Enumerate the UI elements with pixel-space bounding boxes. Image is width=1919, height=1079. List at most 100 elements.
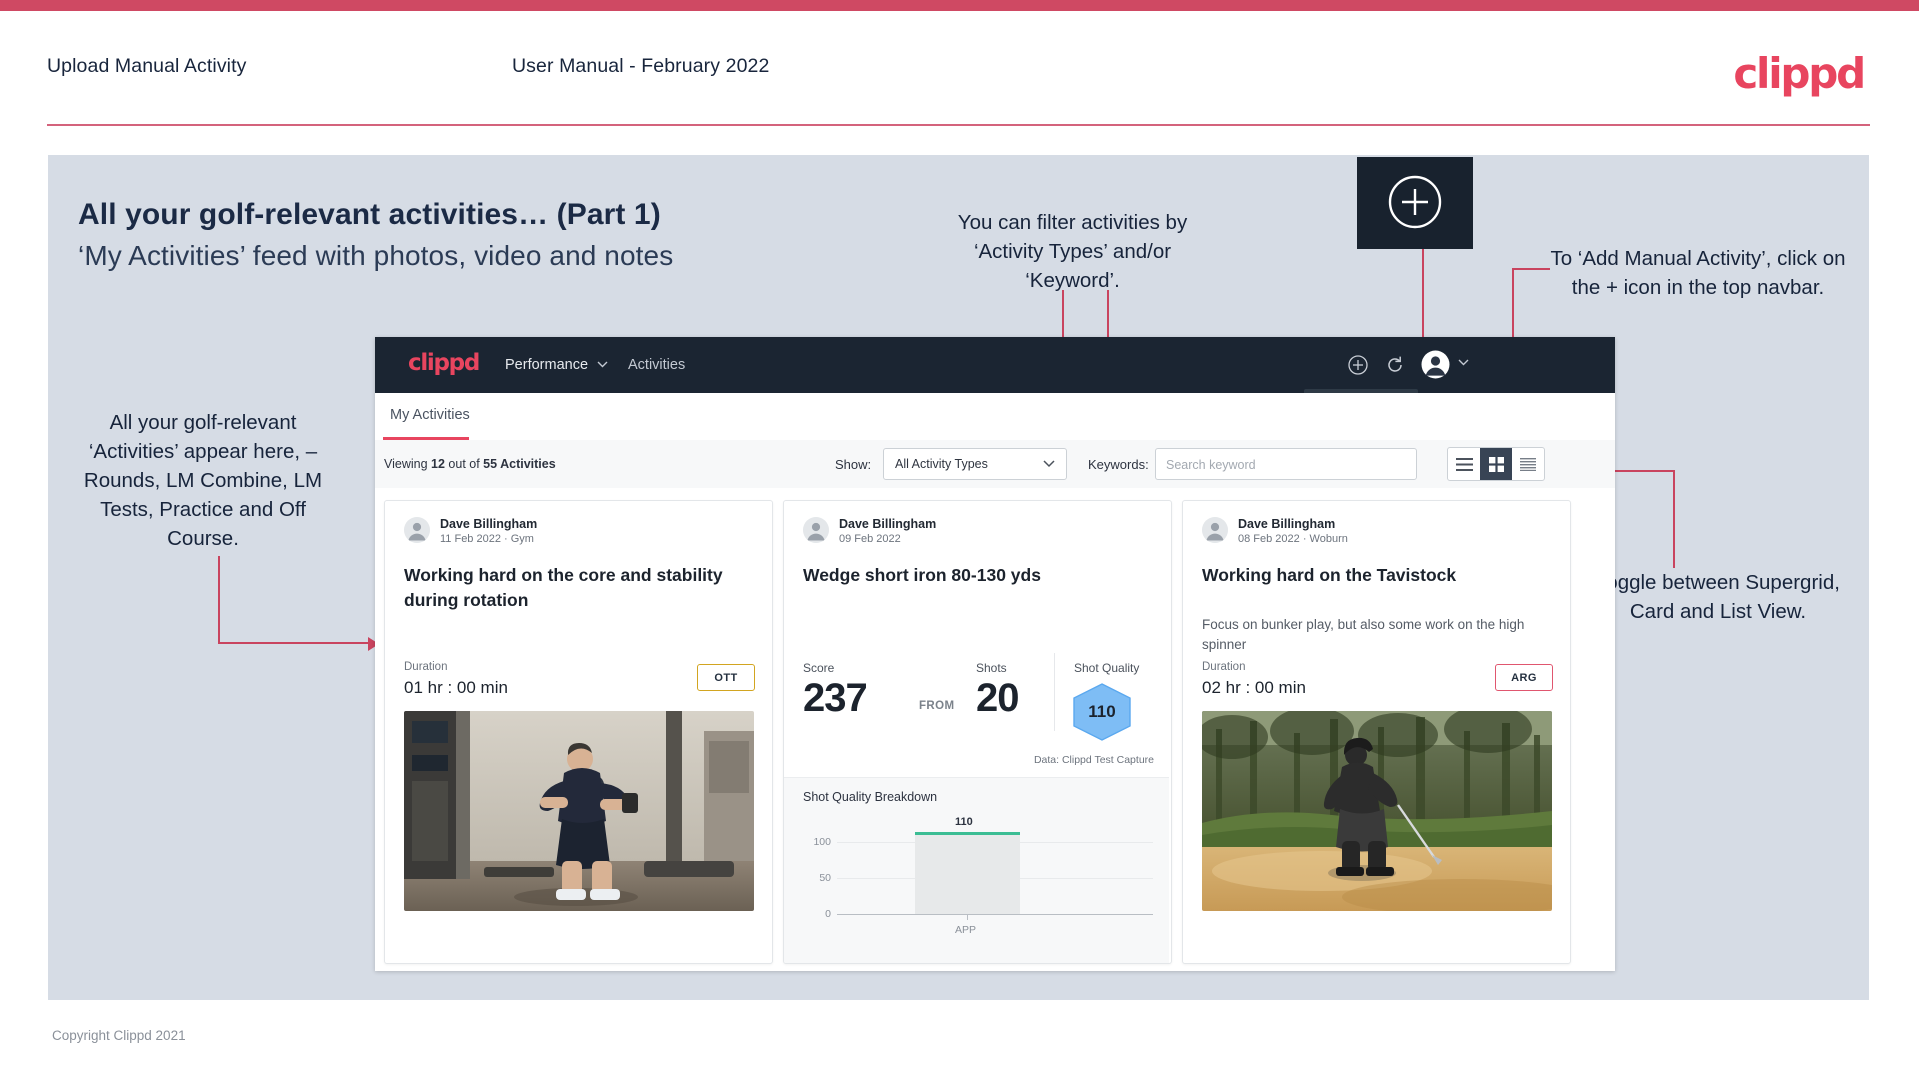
activity-type-select-value: All Activity Types — [895, 457, 988, 471]
viewing-count-label: Viewing 12 out of 55 Activities — [384, 457, 556, 471]
ytick-label-100: 100 — [813, 836, 831, 848]
avatar — [404, 517, 430, 543]
plus-circle-icon — [1388, 175, 1442, 229]
app-subnav: My Activities — [375, 393, 1615, 441]
viewing-total: 55 Activities — [483, 457, 556, 471]
card-note: Focus on bunker play, but also some work… — [1202, 617, 1525, 652]
search-input[interactable] — [1156, 449, 1418, 481]
activity-card[interactable]: Dave Billingham 08 Feb 2022 · Woburn Wor… — [1182, 500, 1571, 964]
viewing-prefix: Viewing — [384, 457, 432, 471]
stat-shots: Shots 20 — [976, 661, 1019, 721]
card-date-location: 09 Feb 2022 — [839, 533, 901, 545]
card-duration-label: Duration — [1202, 661, 1246, 673]
xtick-APP — [967, 915, 968, 920]
supergrid-view-icon[interactable] — [1480, 448, 1512, 480]
avatar — [1202, 517, 1228, 543]
card-title: Working hard on the core and stability d… — [404, 565, 723, 610]
card-duration-value: 02 hr : 00 min — [1202, 678, 1306, 697]
arrow-addmanual-lead — [1512, 268, 1550, 270]
stat-score: Score 237 — [803, 661, 868, 721]
slide-header-center-title: User Manual - February 2022 — [512, 55, 770, 77]
card-author-name: Dave Billingham — [1238, 517, 1336, 531]
card-view-icon[interactable] — [1512, 448, 1544, 480]
card-duration-value: 01 hr : 00 min — [404, 678, 508, 697]
refresh-icon[interactable] — [1384, 354, 1406, 376]
bar-value-label-APP: 110 — [955, 816, 973, 828]
slide-title-secondary: ‘My Activities’ feed with photos, video … — [78, 240, 674, 271]
card-title: Wedge short iron 80-130 yds — [803, 565, 1041, 585]
card-date-location: 11 Feb 2022 · Gym — [440, 533, 534, 545]
slide-title-primary: All your golf-relevant activities… (Part… — [78, 198, 661, 231]
shot-quality-breakdown-panel: Shot Quality Breakdown 100 50 0 110 APP — [784, 777, 1169, 963]
activity-card-grid: Dave Billingham 11 Feb 2022 · Gym Workin… — [375, 488, 1615, 971]
card-date-location: 08 Feb 2022 · Woburn — [1238, 533, 1348, 545]
chevron-down-icon[interactable] — [1458, 359, 1469, 366]
list-view-icon[interactable] — [1448, 448, 1480, 480]
avatar — [803, 517, 829, 543]
slide-header-left-title: Upload Manual Activity — [47, 55, 247, 77]
status-badge: ARG — [1495, 664, 1553, 691]
shot-quality-value: 110 — [1088, 702, 1116, 721]
stat-divider — [1054, 653, 1055, 731]
card-data-source: Data: Clippd Test Capture — [1033, 754, 1154, 766]
activity-card[interactable]: Dave Billingham 11 Feb 2022 · Gym Workin… — [384, 500, 773, 964]
account-avatar-icon — [1202, 517, 1228, 543]
chart-title: Shot Quality Breakdown — [803, 790, 938, 804]
card-media-bunker-shot-photo[interactable] — [1202, 711, 1552, 911]
account-avatar-icon — [404, 517, 430, 543]
stat-score-label: Score — [803, 661, 835, 675]
app-navbar-logo[interactable]: clippd — [408, 350, 480, 376]
card-media-gym-workout-photo[interactable] — [404, 711, 754, 911]
slide-header: Upload Manual Activity User Manual - Feb… — [0, 11, 1919, 121]
activity-card[interactable]: Dave Billingham 09 Feb 2022 Wedge short … — [783, 500, 1172, 964]
stat-shots-value: 20 — [976, 676, 1019, 720]
stat-shot-quality-label: Shot Quality — [1074, 661, 1140, 675]
slide-footer-copyright: Copyright Clippd 2021 — [52, 1028, 186, 1043]
arrow-toggle-vert — [1673, 470, 1675, 568]
stat-score-value: 237 — [803, 676, 868, 720]
stat-shots-label: Shots — [976, 661, 1007, 675]
ytick-label-50: 50 — [819, 872, 831, 884]
stat-from-label: FROM — [919, 700, 955, 712]
viewing-count: 12 — [431, 457, 445, 471]
annotation-view-toggle: Toggle between Supergrid, Card and List … — [1596, 571, 1840, 623]
xtick-label-APP: APP — [955, 924, 977, 936]
card-author-name: Dave Billingham — [440, 517, 538, 531]
ytick-label-0: 0 — [825, 908, 831, 920]
chevron-down-icon — [1043, 460, 1055, 468]
keywords-label: Keywords: — [1088, 457, 1149, 472]
show-label: Show: — [835, 457, 872, 472]
app-navbar: clippd Performance Activities Add Manual… — [375, 337, 1615, 411]
tab-my-activities[interactable]: My Activities — [383, 407, 477, 423]
viewing-mid: out of — [444, 457, 484, 471]
annotation-add-manual-activity: To ‘Add Manual Activity’, click on the +… — [1550, 247, 1846, 299]
view-mode-toggle-group[interactable] — [1447, 447, 1545, 481]
bar-cap-APP — [915, 832, 1020, 835]
card-duration-label: Duration — [404, 661, 448, 673]
stat-shot-quality: Shot Quality — [1074, 661, 1139, 675]
clippd-logo: clippd — [1733, 49, 1866, 98]
annotation-filter-activities: You can filter activities by ‘Activity T… — [957, 211, 1188, 292]
account-avatar-icon[interactable] — [1421, 350, 1450, 379]
chevron-down-icon[interactable] — [597, 361, 608, 368]
add-activity-callout-tile — [1357, 157, 1473, 249]
slide-top-accent-bar — [0, 0, 1919, 11]
nav-item-performance[interactable]: Performance — [505, 357, 588, 373]
card-title: Working hard on the Tavistock — [1202, 565, 1457, 585]
arrow-feed-vert — [218, 556, 220, 644]
keyword-search-field[interactable] — [1155, 448, 1418, 481]
annotation-activities-feed: All your golf-relevant ‘Activities’ appe… — [83, 411, 323, 550]
activity-type-select[interactable]: All Activity Types — [883, 448, 1067, 480]
status-badge: OTT — [697, 664, 755, 691]
arrow-feed-horz — [218, 642, 370, 644]
app-filter-bar: Viewing 12 out of 55 Activities Show: Al… — [375, 440, 1615, 489]
card-author-name: Dave Billingham — [839, 517, 937, 531]
plus-circle-icon[interactable] — [1347, 354, 1369, 376]
nav-item-activities[interactable]: Activities — [628, 357, 685, 373]
slide-header-divider — [47, 124, 1870, 126]
account-avatar-icon — [803, 517, 829, 543]
x-axis-line — [837, 914, 1153, 915]
clippd-app-window: clippd Performance Activities Add Manual… — [375, 337, 1615, 971]
shot-quality-bar-chart: 100 50 0 110 APP — [803, 816, 1153, 951]
bar-APP — [915, 834, 1020, 914]
